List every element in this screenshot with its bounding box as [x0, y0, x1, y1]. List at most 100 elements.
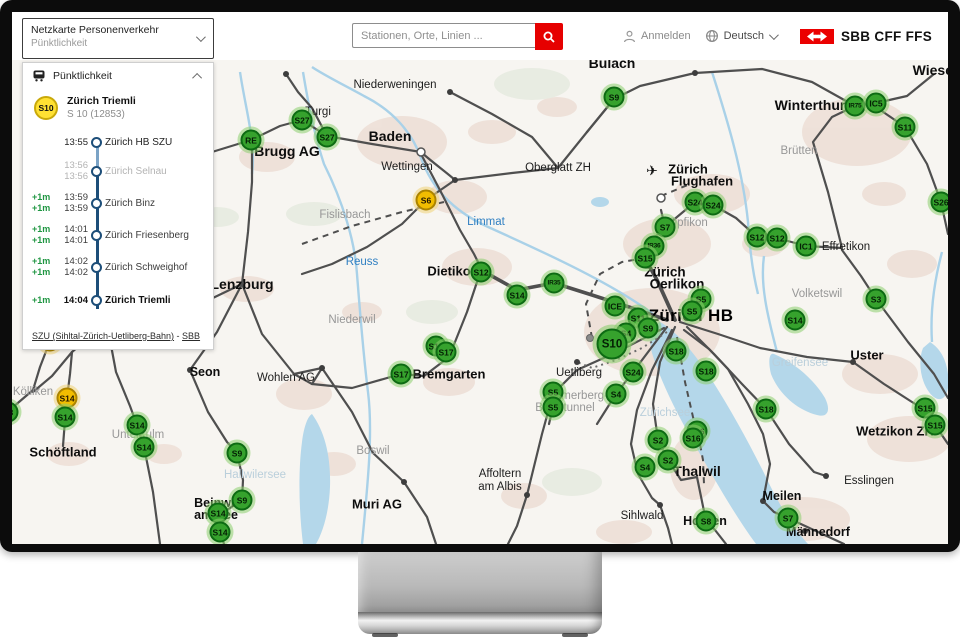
timeline-stop-row: +1m14:04Zürich Triemli: [32, 283, 204, 317]
sbb-logo: SBB CFF FFS: [800, 29, 932, 44]
train-badge-s10[interactable]: S10: [597, 329, 628, 360]
train-badge-s14[interactable]: S14: [134, 437, 155, 458]
train-badge-s14[interactable]: S14: [127, 415, 148, 436]
train-badge-s5[interactable]: S5: [682, 301, 703, 322]
timeline-stop-row: +1m +1m13:59 13:59Zürich Binz: [32, 187, 204, 219]
stop-name: Zürich HB SZU: [104, 137, 172, 148]
train-badge-s27[interactable]: S27: [317, 127, 338, 148]
stop-node: [88, 198, 104, 209]
search-bar: [352, 23, 563, 50]
train-badge-ice[interactable]: ICE: [605, 296, 626, 317]
stop-delay: +1m +1m: [32, 224, 56, 246]
train-badge-s8[interactable]: S8: [696, 511, 717, 532]
train-badge-s9[interactable]: S9: [638, 318, 659, 339]
train-badge-s24[interactable]: S24: [703, 195, 724, 216]
train-badge-re[interactable]: RE: [241, 130, 262, 151]
train-identity: S10 Zürich Triemli S 10 (12853): [34, 95, 204, 120]
app-screen: NiederweningenBülachWiesendangenTurgiBad…: [12, 12, 948, 544]
train-badge-s15[interactable]: S15: [635, 248, 656, 269]
train-badge-s14[interactable]: S14: [57, 388, 78, 409]
stop-timeline: 13:55Zürich HB SZU13:56 13:56Zürich Seln…: [32, 129, 204, 317]
login-button[interactable]: Anmelden: [623, 30, 691, 43]
train-badge-s12[interactable]: S12: [471, 262, 492, 283]
monitor-foot-left: [372, 633, 398, 637]
train-badge-s11[interactable]: S11: [895, 117, 916, 138]
train-badge-s14[interactable]: S14: [785, 310, 806, 331]
timeline-stop-row: +1m +1m14:02 14:02 Zürich Schweighof: [32, 251, 204, 283]
login-label: Anmelden: [641, 30, 691, 42]
train-badge-s24[interactable]: S24: [623, 362, 644, 383]
language-label: Deutsch: [724, 30, 764, 42]
train-badge-s17[interactable]: S17: [436, 342, 457, 363]
train-badge-s4[interactable]: S4: [606, 384, 627, 405]
monitor-foot-right: [562, 633, 588, 637]
chevron-up-icon: [192, 72, 202, 82]
stop-node: [88, 295, 104, 306]
stop-node: [88, 166, 104, 177]
train-badge-s16[interactable]: S16: [683, 428, 704, 449]
layer-dropdown[interactable]: Netzkarte Personenverkehr Pünktlichkeit: [22, 18, 214, 59]
train-badge-s12[interactable]: S12: [747, 227, 768, 248]
train-badge-s18[interactable]: S18: [756, 399, 777, 420]
stop-node-dot: [91, 166, 102, 177]
train-badge-s27[interactable]: S27: [292, 110, 313, 131]
train-badge-s14[interactable]: S14: [208, 503, 229, 524]
train-badge-s26[interactable]: S26: [931, 192, 949, 213]
train-badge-ir75[interactable]: IR75: [845, 96, 866, 117]
train-icon: [32, 70, 46, 82]
stop-delay: +1m +1m: [32, 256, 56, 278]
train-badge-s14[interactable]: S14: [55, 407, 76, 428]
train-name: Zürich Triemli: [67, 95, 136, 107]
train-badge-s18[interactable]: S18: [666, 341, 687, 362]
operator-link-szu[interactable]: SZU (Sihltal-Zürich-Uetliberg-Bahn): [32, 331, 174, 341]
stop-node: [88, 137, 104, 148]
train-badge-s9[interactable]: S9: [232, 490, 253, 511]
language-selector[interactable]: Deutsch: [705, 29, 776, 43]
train-badge-s3[interactable]: S3: [866, 289, 887, 310]
train-badge-s12[interactable]: S12: [767, 228, 788, 249]
train-badge-s5[interactable]: S5: [543, 397, 564, 418]
train-badge-s6[interactable]: S6: [416, 190, 437, 211]
logo-text: SBB CFF FFS: [841, 29, 932, 44]
train-badge-s18[interactable]: S18: [696, 361, 717, 382]
search-input[interactable]: [352, 23, 535, 48]
train-badge-s15[interactable]: S15: [925, 415, 946, 436]
train-badge-s4[interactable]: S4: [635, 457, 656, 478]
train-badge-s7[interactable]: S7: [655, 217, 676, 238]
train-badge-s14[interactable]: S14: [210, 522, 231, 543]
stop-node-dot: [91, 295, 102, 306]
train-badge-s7[interactable]: S7: [778, 508, 799, 529]
operator-link-sbb[interactable]: SBB: [182, 331, 200, 341]
train-number: S 10 (12853): [67, 109, 136, 120]
stop-time: 13:59 13:59: [56, 192, 88, 214]
train-badge-ic5[interactable]: IC5: [866, 93, 887, 114]
monitor-stand-neck: [358, 552, 602, 614]
stop-node-dot: [91, 137, 102, 148]
stop-node: [88, 262, 104, 273]
monitor-stand-base: [358, 612, 602, 634]
stop-name: Zürich Schweighof: [104, 262, 187, 273]
train-badge-s2[interactable]: S2: [648, 430, 669, 451]
panel-title: Pünktlichkeit: [53, 70, 112, 82]
link-separator: -: [174, 331, 182, 341]
stop-node-dot: [91, 198, 102, 209]
stop-time: 14:01 14:01: [56, 224, 88, 246]
stop-time: 14:02 14:02: [56, 256, 88, 278]
stop-delay: +1m +1m: [32, 192, 56, 214]
stop-node: [88, 230, 104, 241]
train-badge-s2[interactable]: S2: [658, 450, 679, 471]
train-badge-s14[interactable]: S14: [507, 285, 528, 306]
train-badge-s9[interactable]: S9: [227, 443, 248, 464]
layer-dropdown-subtitle: Pünktlichkeit: [31, 38, 205, 49]
stop-time: 13:56 13:56: [56, 160, 88, 182]
stop-time: 13:55: [56, 137, 88, 148]
search-button[interactable]: [535, 23, 563, 50]
train-badge-ir35[interactable]: IR35: [544, 273, 565, 294]
train-badge-s17[interactable]: S17: [391, 364, 412, 385]
punctuality-panel: Pünktlichkeit S10 Zürich Triemli S 10 (1…: [22, 62, 214, 350]
train-badge-ic1[interactable]: IC1: [796, 236, 817, 257]
timeline-stop-row: 13:55 Zürich HB SZU: [32, 129, 204, 155]
stop-name: Zürich Triemli: [104, 295, 171, 306]
panel-header[interactable]: Pünktlichkeit: [32, 70, 204, 82]
train-badge-s9[interactable]: S9: [604, 87, 625, 108]
